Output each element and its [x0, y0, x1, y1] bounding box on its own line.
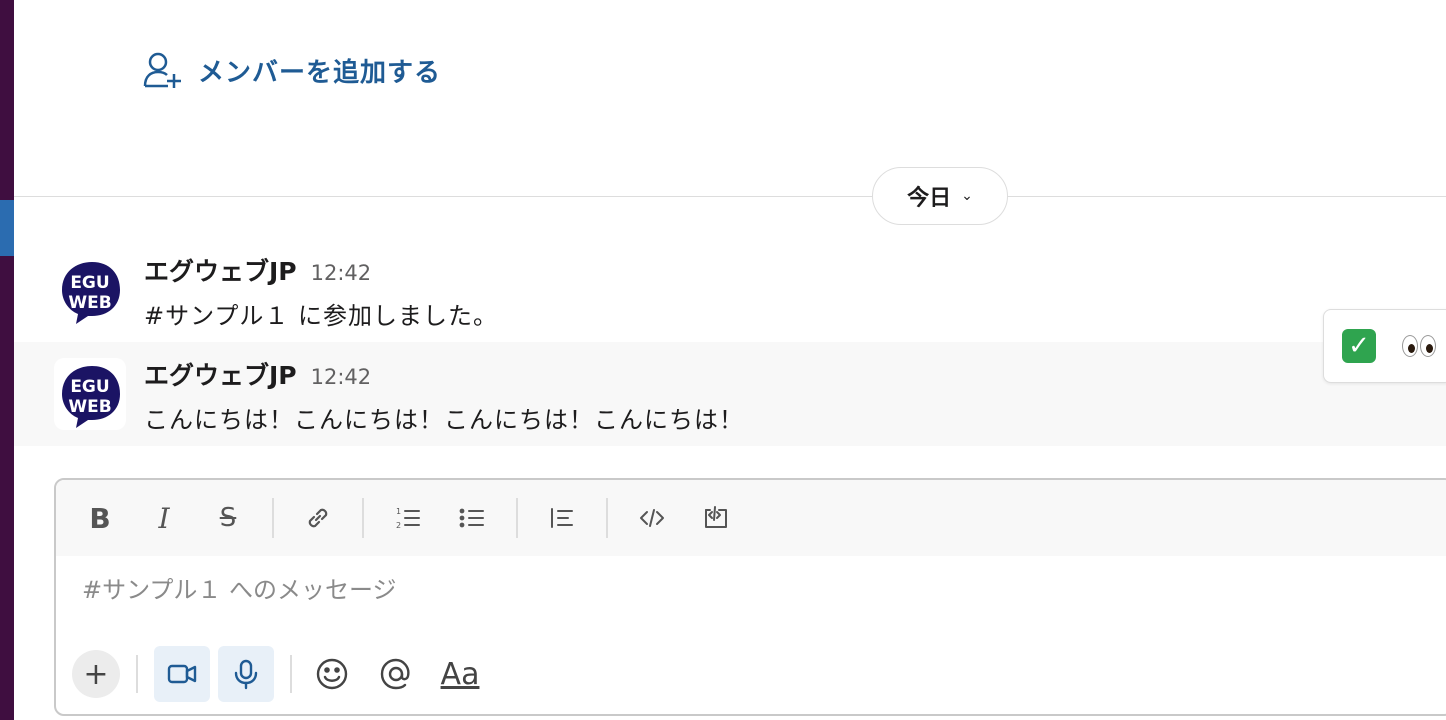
avatar[interactable]: EGU WEB	[54, 254, 126, 326]
message-item[interactable]: EGU WEB エグウェブJP 12:42 #サンプル１ に参加しました。	[14, 240, 1446, 340]
message-header: エグウェブJP 12:42	[144, 356, 371, 392]
ordered-list-button[interactable]: 1 2	[388, 498, 428, 538]
message-author[interactable]: エグウェブJP	[144, 356, 297, 392]
add-user-icon	[143, 52, 181, 88]
code-block-button[interactable]	[696, 498, 736, 538]
bold-button[interactable]: B	[80, 498, 120, 538]
formatting-toolbar: B I S 1 2	[56, 480, 1446, 556]
toolbar-divider	[362, 498, 364, 538]
add-member-label: メンバーを追加する	[198, 57, 442, 88]
smiley-icon	[316, 658, 348, 690]
avatar[interactable]: EGU WEB	[54, 358, 126, 430]
at-sign-icon	[380, 658, 410, 690]
bulleted-list-button[interactable]	[452, 498, 492, 538]
link-button[interactable]	[298, 498, 338, 538]
bold-icon: B	[89, 501, 111, 535]
toolbar-divider	[516, 498, 518, 538]
code-icon	[640, 509, 664, 527]
message-composer: B I S 1 2 #サンプル１ へのメッセージ + Aa	[54, 478, 1446, 716]
message-input-wrapper	[82, 576, 982, 604]
ordered-list-icon: 1 2	[396, 507, 420, 530]
eye-right	[1420, 335, 1436, 357]
message-timestamp[interactable]: 12:42	[311, 261, 372, 285]
strikethrough-icon: S	[219, 503, 237, 533]
eyes-icon[interactable]	[1402, 335, 1436, 357]
channel-main: メンバーを追加する 今日 ⌄ EGU WEB エグウェブJP 12:42 #サン…	[14, 0, 1446, 720]
message-text: こんにちは！こんにちは！こんにちは！こんにちは！	[144, 406, 744, 434]
composer-divider	[290, 655, 292, 693]
video-clip-button[interactable]	[154, 646, 210, 702]
add-member-button[interactable]: メンバーを追加する	[142, 50, 441, 90]
code-block-icon	[705, 506, 727, 528]
formatting-toggle-button[interactable]: Aa	[436, 650, 484, 698]
strikethrough-button[interactable]: S	[208, 498, 248, 538]
bulleted-list-icon	[459, 508, 484, 528]
audio-clip-button[interactable]	[218, 646, 274, 702]
italic-icon: I	[158, 501, 170, 535]
italic-button[interactable]: I	[144, 498, 184, 538]
blockquote-icon	[551, 508, 573, 528]
message-header: エグウェブJP 12:42	[144, 252, 371, 288]
message-item[interactable]: EGU WEB エグウェブJP 12:42 こんにちは！こんにちは！こんにちは！…	[14, 342, 1446, 446]
svg-text:WEB: WEB	[68, 293, 111, 313]
mention-button[interactable]	[372, 650, 420, 698]
eye-left	[1402, 335, 1418, 357]
svg-text:EGU: EGU	[70, 377, 109, 397]
message-author[interactable]: エグウェブJP	[144, 252, 297, 288]
message-actions-bar: ✓	[1323, 309, 1446, 383]
chevron-down-icon: ⌄	[961, 188, 973, 204]
workspace-sidebar	[0, 0, 14, 720]
date-jump-button[interactable]: 今日 ⌄	[872, 167, 1008, 225]
message-input[interactable]	[82, 576, 982, 604]
svg-text:EGU: EGU	[70, 273, 109, 293]
microphone-icon	[234, 659, 258, 690]
active-channel-indicator	[0, 200, 14, 256]
message-text: #サンプル１ に参加しました。	[144, 302, 499, 330]
white-check-mark-icon[interactable]: ✓	[1342, 329, 1376, 363]
link-icon	[308, 508, 328, 528]
blockquote-button[interactable]	[542, 498, 582, 538]
attach-plus-button[interactable]: +	[72, 650, 120, 698]
date-label: 今日	[907, 186, 952, 211]
svg-text:WEB: WEB	[68, 397, 111, 417]
svg-text:2: 2	[396, 521, 401, 530]
text-format-icon: Aa	[440, 656, 480, 692]
toolbar-divider	[272, 498, 274, 538]
code-button[interactable]	[632, 498, 672, 538]
date-divider-line	[14, 196, 1446, 197]
emoji-button[interactable]	[308, 650, 356, 698]
composer-actions: + Aa	[72, 646, 500, 702]
message-timestamp[interactable]: 12:42	[311, 365, 372, 389]
svg-text:1: 1	[396, 507, 401, 516]
composer-divider	[136, 655, 138, 693]
egu-web-logo-icon: EGU WEB	[62, 262, 120, 324]
video-camera-icon	[167, 664, 197, 684]
toolbar-divider	[606, 498, 608, 538]
egu-web-logo-icon: EGU WEB	[62, 366, 120, 428]
